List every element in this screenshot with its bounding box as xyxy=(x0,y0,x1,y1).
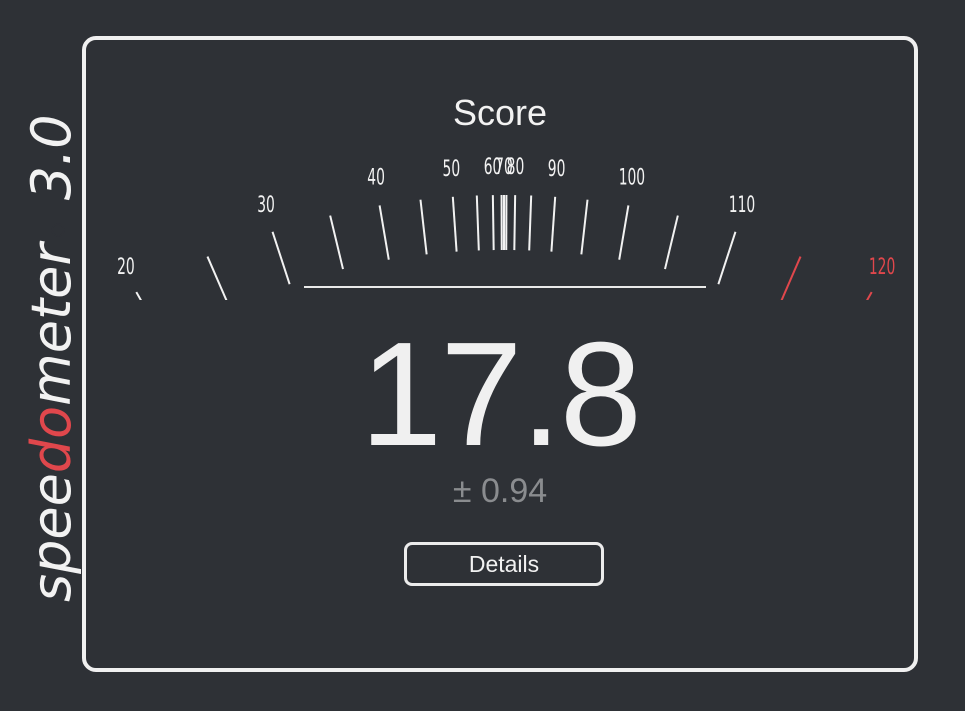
score-card: Score 0102030405060708090100110120130140… xyxy=(82,36,918,672)
details-button[interactable]: Details xyxy=(404,542,604,586)
gauge-tick xyxy=(135,291,142,300)
divider xyxy=(304,286,706,288)
gauge-tick-label: 90 xyxy=(548,156,566,181)
gauge-tick-label: 50 xyxy=(443,156,461,181)
gauge-tick xyxy=(866,291,873,300)
gauge-tick xyxy=(550,196,557,252)
gauge-tick xyxy=(378,205,390,260)
logo-accent: do xyxy=(20,406,83,473)
gauge-tick-label: 110 xyxy=(729,192,755,217)
gauge-tick xyxy=(206,256,228,300)
gauge-tick-label: 80 xyxy=(507,154,525,179)
speed-gauge: 0102030405060708090100110120130140 xyxy=(117,154,895,300)
gauge-tick xyxy=(419,199,428,255)
gauge-tick xyxy=(451,196,458,252)
gauge-tick xyxy=(491,195,495,251)
gauge-tick xyxy=(780,256,802,300)
gauge-tick-label: 30 xyxy=(257,192,275,217)
gauge-tick xyxy=(580,199,589,255)
gauge-tick xyxy=(513,195,517,251)
gauge-tick-label: 20 xyxy=(117,254,135,279)
score-value: 17.8 xyxy=(359,312,642,477)
gauge-tick xyxy=(618,205,630,260)
gauge-tick xyxy=(528,195,533,251)
speedometer-logo: speedometer 3.0 xyxy=(20,114,83,602)
logo-version: 3.0 xyxy=(20,114,83,200)
gauge-tick xyxy=(475,195,480,251)
gauge-tick xyxy=(664,215,679,270)
svg-text:speedometer 3.0: speedometer 3.0 xyxy=(20,114,83,602)
gauge-tick xyxy=(329,215,344,270)
gauge-tick xyxy=(717,231,737,285)
score-error: ± 0.94 xyxy=(452,472,548,510)
gauge-tick xyxy=(271,231,291,285)
logo-prefix: spee xyxy=(20,473,83,602)
gauge-tick-label: 100 xyxy=(619,165,645,190)
gauge-tick-label: 40 xyxy=(367,165,385,190)
gauge-tick-label: 120 xyxy=(869,254,895,279)
logo-suffix: meter xyxy=(20,241,83,406)
